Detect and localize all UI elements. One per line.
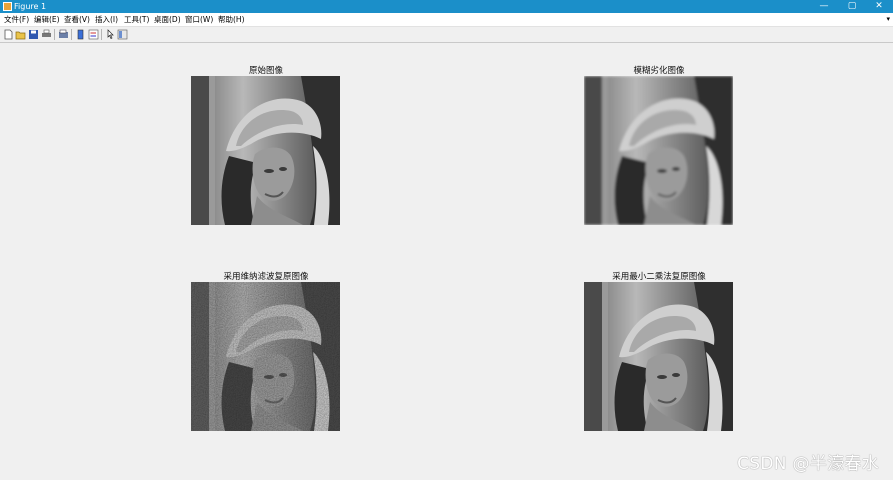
subplot-title-least-squares: 采用最小二乘法复原图像 [612,272,706,282]
menu-edit[interactable]: 编辑(E) [34,13,60,26]
wiener-restored-image [191,282,340,431]
figure-canvas: 原始图像 模糊劣化图像 采用维纳滤波复原图像 采用最小二乘法复原图像 [0,43,893,480]
maximize-button[interactable]: ▢ [838,0,866,13]
toolbar-separator [71,29,72,40]
title-bar: Figure 1 — ▢ ✕ [0,0,893,13]
menu-file[interactable]: 文件(F) [4,13,29,26]
menu-overflow-icon[interactable]: ▾ [886,13,890,26]
menu-help[interactable]: 帮助(H) [218,13,245,26]
new-figure-icon[interactable] [3,29,14,40]
matlab-figure-icon [3,2,12,11]
menu-bar: 文件(F) 编辑(E) 查看(V) 插入(I) 工具(T) 桌面(D) 窗口(W… [0,13,893,27]
toolbar-separator [54,29,55,40]
menu-window[interactable]: 窗口(W) [185,13,213,26]
least-squares-restored-image [584,282,733,431]
menu-tools[interactable]: 工具(T) [124,13,149,26]
original-image [191,76,340,225]
toolbar [0,27,893,43]
print-icon[interactable] [41,29,52,40]
menu-view[interactable]: 查看(V) [64,13,90,26]
save-icon[interactable] [28,29,39,40]
close-button[interactable]: ✕ [865,0,893,13]
colorbar-icon[interactable] [75,29,86,40]
menu-insert[interactable]: 插入(I) [95,13,118,26]
open-file-icon[interactable] [15,29,26,40]
csdn-watermark: CSDN @半濠春水 [737,454,879,474]
property-editor-icon[interactable] [117,29,128,40]
toolbar-separator [101,29,102,40]
menu-desktop[interactable]: 桌面(D) [154,13,181,26]
print-preview-icon[interactable] [58,29,69,40]
subplot-title-wiener: 采用维纳滤波复原图像 [223,272,309,282]
window-title: Figure 1 [14,2,47,11]
legend-icon[interactable] [88,29,99,40]
pointer-icon[interactable] [105,29,116,40]
subplot-title-blurred: 模糊劣化图像 [633,66,685,76]
blurred-image [584,76,733,225]
minimize-button[interactable]: — [810,0,838,13]
subplot-title-original: 原始图像 [248,66,283,76]
